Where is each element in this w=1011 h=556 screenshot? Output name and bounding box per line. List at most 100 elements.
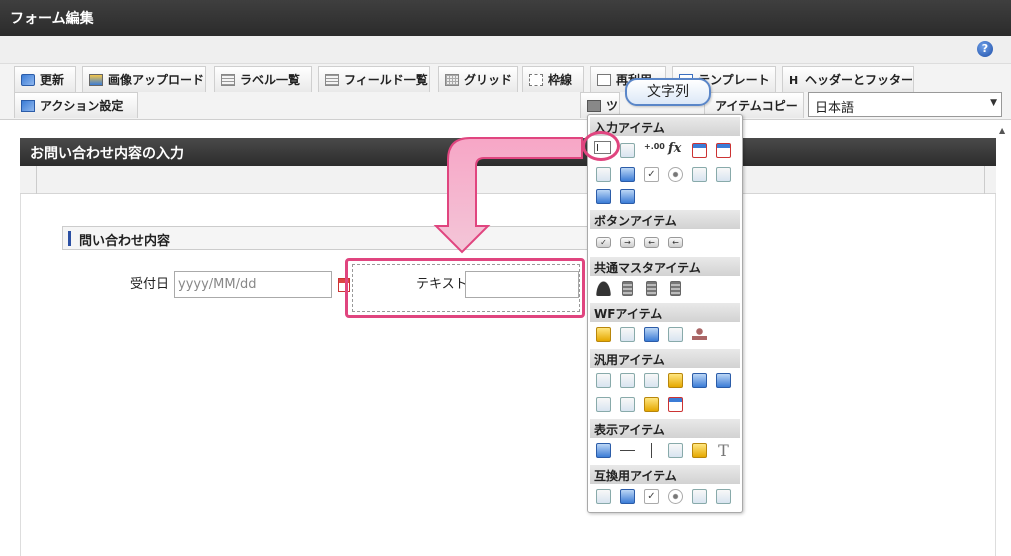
radio-item-icon[interactable]: [668, 167, 683, 182]
tab-action-settings[interactable]: アクション設定: [14, 92, 138, 118]
key-item-icon[interactable]: [668, 373, 683, 388]
scroll-up-icon[interactable]: ▲: [999, 126, 1007, 135]
header-item-icon[interactable]: [596, 443, 611, 458]
tab-update-label: 更新: [40, 73, 65, 87]
header-footer-icon: H: [789, 73, 799, 87]
box-item-icon[interactable]: [668, 443, 683, 458]
tab-grid-label: グリッド: [464, 73, 513, 87]
action-icon: [21, 99, 35, 112]
tree-item-icon[interactable]: [644, 397, 659, 412]
compat-select-item-icon[interactable]: [692, 489, 707, 504]
divider: [984, 166, 985, 194]
palette-category-compat[interactable]: 互換用アイテム: [590, 465, 740, 484]
clipboard-item-icon[interactable]: [596, 327, 611, 342]
register-button-item-icon[interactable]: ✓: [596, 237, 611, 248]
language-select[interactable]: 日本語 ▼: [808, 92, 1002, 117]
palette-category-button[interactable]: ボタンアイテム: [590, 210, 740, 229]
text-field-label: テキスト: [416, 277, 468, 292]
table-item-icon[interactable]: [620, 167, 635, 182]
date-field-label: 受付日: [130, 277, 170, 292]
chevron-down-icon: ▼: [990, 98, 997, 108]
update-icon: [21, 73, 35, 86]
horizontal-line-item-icon[interactable]: [620, 443, 635, 458]
help-bar: ?: [0, 36, 1011, 64]
return-button-item-icon[interactable]: ←: [668, 237, 683, 248]
vertical-line-item-icon[interactable]: [644, 443, 659, 458]
media-item-icon[interactable]: [620, 397, 635, 412]
label-list-icon: [221, 73, 235, 86]
tab-action-settings-label: アクション設定: [40, 99, 124, 113]
tab-border-label: 枠線: [548, 73, 573, 87]
tab-label-list[interactable]: ラベル一覧: [214, 66, 312, 92]
organization-item-icon[interactable]: [622, 281, 633, 296]
history-item-icon[interactable]: [668, 327, 683, 342]
file-upload-item-icon[interactable]: [692, 373, 707, 388]
divider: [36, 166, 37, 194]
stamp-item-icon[interactable]: [692, 327, 707, 342]
back-button-item-icon[interactable]: ←: [644, 237, 659, 248]
datetime-item-icon[interactable]: [716, 143, 731, 158]
tab-grid[interactable]: グリッド: [438, 66, 518, 92]
toolbox-icon: [587, 99, 601, 112]
camera-item-icon[interactable]: [644, 373, 659, 388]
number-item-icon[interactable]: +.00: [644, 143, 665, 158]
checkbox-item-icon[interactable]: ✓: [644, 167, 659, 182]
form-body: [20, 138, 996, 556]
tab-label-list-label: ラベル一覧: [240, 73, 301, 87]
department-item-icon[interactable]: [670, 281, 681, 296]
image-display-item-icon[interactable]: [692, 443, 707, 458]
tab-toolbox-label: ツ: [606, 99, 619, 113]
item-palette: 入力アイテム ボタンアイテム 共通マスタアイテム WFアイテム 汎用アイテム 表…: [587, 114, 743, 513]
border-icon: [529, 73, 543, 86]
date-field[interactable]: yyyy/MM/dd: [174, 271, 332, 298]
textarea-item-icon[interactable]: [620, 143, 635, 158]
section-label[interactable]: 問い合わせ内容: [62, 226, 602, 250]
image-item-icon[interactable]: [644, 327, 659, 342]
compat-table-item-icon[interactable]: [620, 489, 635, 504]
help-icon[interactable]: ?: [977, 41, 993, 57]
date-item-icon[interactable]: [692, 143, 707, 158]
upload-item-icon[interactable]: [596, 189, 611, 204]
list-item-icon[interactable]: [716, 167, 731, 182]
highlight-circle: [582, 131, 620, 161]
document-item-icon[interactable]: [620, 373, 635, 388]
reuse-icon: [597, 73, 611, 86]
compat-radio-item-icon[interactable]: [668, 489, 683, 504]
palette-category-common-master[interactable]: 共通マスタアイテム: [590, 257, 740, 276]
tab-item-copy-label: アイテムコピー: [715, 99, 798, 113]
tab-image-upload[interactable]: 画像アップロード: [82, 66, 206, 92]
forward-button-item-icon[interactable]: →: [620, 237, 635, 248]
palette-category-generic[interactable]: 汎用アイテム: [590, 349, 740, 368]
tab-image-upload-label: 画像アップロード: [108, 73, 205, 87]
palette-category-display[interactable]: 表示アイテム: [590, 419, 740, 438]
text-display-item-icon[interactable]: T: [716, 443, 731, 459]
text-field[interactable]: [465, 271, 579, 298]
grid-item-icon[interactable]: [620, 189, 635, 204]
compat-checkbox-item-icon[interactable]: ✓: [644, 489, 659, 504]
label-item-icon[interactable]: [596, 373, 611, 388]
compat-list-item-icon[interactable]: [716, 489, 731, 504]
attachment-item-icon[interactable]: [620, 327, 635, 342]
tooltip-callout: 文字列: [625, 78, 711, 106]
tab-field-list[interactable]: フィールド一覧: [318, 66, 430, 92]
image-upload-icon: [89, 73, 103, 86]
panel-item-icon[interactable]: [596, 397, 611, 412]
window-title: フォーム編集: [0, 0, 1011, 36]
select-item-icon[interactable]: [692, 167, 707, 182]
field-list-icon: [325, 73, 339, 86]
language-select-value: 日本語: [815, 101, 855, 116]
tab-header-footer[interactable]: H ヘッダーとフッター: [782, 66, 914, 92]
user-item-icon[interactable]: [596, 281, 611, 296]
formula-item-icon[interactable]: fx: [668, 141, 683, 156]
grid-icon: [445, 73, 459, 86]
company-item-icon[interactable]: [646, 281, 657, 296]
form-title: お問い合わせ内容の入力: [20, 138, 996, 166]
tab-update[interactable]: 更新: [14, 66, 76, 92]
compat-search-item-icon[interactable]: [596, 489, 611, 504]
palette-category-wf[interactable]: WFアイテム: [590, 303, 740, 322]
file-download-item-icon[interactable]: [716, 373, 731, 388]
tab-header-footer-label: ヘッダーとフッター: [804, 73, 913, 87]
search-item-icon[interactable]: [596, 167, 611, 182]
calendar-item-icon[interactable]: [668, 397, 683, 412]
tab-border[interactable]: 枠線: [522, 66, 584, 92]
